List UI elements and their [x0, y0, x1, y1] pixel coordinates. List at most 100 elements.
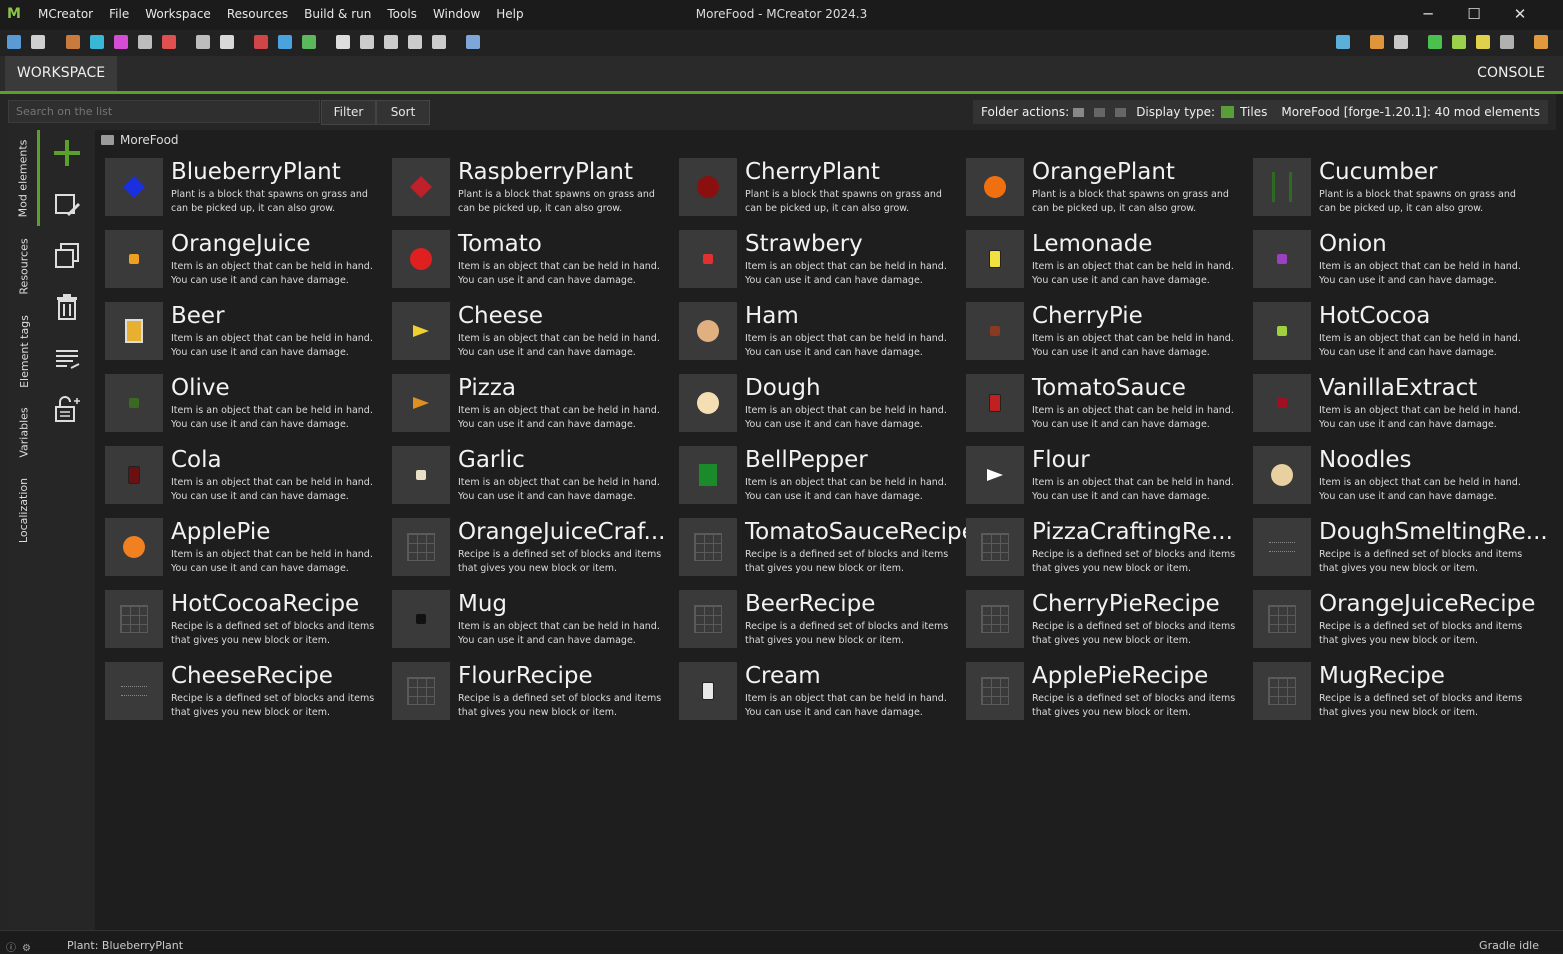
- mod-element-tile[interactable]: MugRecipe Recipe is a defined set of bloc…: [1253, 662, 1540, 722]
- toolbar-run-icon[interactable]: [1428, 35, 1442, 49]
- toolbar-run-icon[interactable]: [1476, 35, 1490, 49]
- duplicate-element-icon[interactable]: [52, 241, 82, 271]
- mod-element-tile[interactable]: Flour Item is an object that can be held …: [966, 446, 1253, 506]
- mod-element-tile[interactable]: Tomato Item is an object that can be held…: [392, 230, 679, 290]
- toolbar-tool-icon[interactable]: [360, 35, 374, 49]
- mod-element-tile[interactable]: TomatoSauce Item is an object that can be…: [966, 374, 1253, 434]
- lock-code-icon[interactable]: [52, 394, 82, 424]
- mod-element-tile[interactable]: OrangeJuice Item is an object that can be…: [105, 230, 392, 290]
- toolbar-tool-icon[interactable]: [162, 35, 176, 49]
- mod-element-name: MugRecipe: [1319, 663, 1445, 689]
- mod-element-tile[interactable]: BeerRecipe Recipe is a defined set of blo…: [679, 590, 966, 650]
- workspace-summary: MoreFood [forge-1.20.1]: 40 mod elements: [1281, 105, 1540, 119]
- mod-element-tile[interactable]: Noodles Item is an object that can be hel…: [1253, 446, 1540, 506]
- toolbar-tool-icon[interactable]: [31, 35, 45, 49]
- mod-element-tile[interactable]: OrangeJuiceCraf... Recipe is a defined se…: [392, 518, 679, 578]
- vtab-element-tags[interactable]: Element tags: [8, 308, 40, 394]
- mod-element-name: HotCocoa: [1319, 303, 1431, 329]
- mod-element-tile[interactable]: BlueberryPlant Plant is a block that spaw…: [105, 158, 392, 218]
- vtab-localization[interactable]: Localization: [8, 470, 40, 550]
- mod-element-tile[interactable]: Pizza Item is an object that can be held …: [392, 374, 679, 434]
- mod-element-tile[interactable]: Cream Item is an object that can be held …: [679, 662, 966, 722]
- mod-element-tile[interactable]: CherryPie Item is an object that can be h…: [966, 302, 1253, 362]
- mod-element-tile[interactable]: VanillaExtract Item is an object that can…: [1253, 374, 1540, 434]
- toolbar-tool-icon[interactable]: [138, 35, 152, 49]
- rename-folder-icon[interactable]: [1094, 107, 1106, 117]
- toolbar-tool-icon[interactable]: [114, 35, 128, 49]
- mod-element-tile[interactable]: HotCocoa Item is an object that can be he…: [1253, 302, 1540, 362]
- maximize-button[interactable]: ☐: [1451, 5, 1497, 23]
- mod-element-tile[interactable]: FlourRecipe Recipe is a defined set of bl…: [392, 662, 679, 722]
- mod-element-tile[interactable]: DoughSmeltingRe... Recipe is a defined se…: [1253, 518, 1548, 578]
- mod-element-tile[interactable]: Onion Item is an object that can be held …: [1253, 230, 1540, 290]
- mod-element-tile[interactable]: Cucumber Plant is a block that spawns on …: [1253, 158, 1540, 218]
- mod-element-tile[interactable]: HotCocoaRecipe Recipe is a defined set of…: [105, 590, 392, 650]
- filter-button[interactable]: Filter: [321, 100, 376, 125]
- mod-element-name: Ham: [745, 303, 799, 329]
- sort-button[interactable]: Sort: [376, 100, 430, 125]
- toolbar-run-icon[interactable]: [1452, 35, 1466, 49]
- toolbar-tool-icon[interactable]: [384, 35, 398, 49]
- display-type-tiles[interactable]: Tiles: [1240, 105, 1267, 119]
- mod-element-tile[interactable]: Dough Item is an object that can be held …: [679, 374, 966, 434]
- code-icon[interactable]: [52, 344, 82, 374]
- toolbar-tool-icon[interactable]: [432, 35, 446, 49]
- toolbar-tool-icon[interactable]: [254, 35, 268, 49]
- search-input[interactable]: [8, 100, 320, 123]
- mod-element-tile[interactable]: Mug Item is an object that can be held in…: [392, 590, 679, 650]
- toolbar-tool-icon[interactable]: [220, 35, 234, 49]
- mod-element-tile[interactable]: Ham Item is an object that can be held in…: [679, 302, 966, 362]
- mod-element-tile[interactable]: Cheese Item is an object that can be held…: [392, 302, 679, 362]
- mod-element-tile[interactable]: OrangePlant Plant is a block that spawns …: [966, 158, 1253, 218]
- mod-element-tile[interactable]: CherryPieRecipe Recipe is a defined set o…: [966, 590, 1253, 650]
- delete-element-icon[interactable]: [52, 292, 82, 322]
- mod-element-name: Onion: [1319, 231, 1387, 257]
- edit-element-icon[interactable]: [52, 190, 82, 220]
- tab-workspace[interactable]: WORKSPACE: [5, 56, 117, 91]
- mod-element-thumbnail: [679, 374, 737, 432]
- mod-element-tile[interactable]: Lemonade Item is an object that can be he…: [966, 230, 1253, 290]
- toolbar-tool-icon[interactable]: [278, 35, 292, 49]
- mod-element-name: OrangeJuice: [171, 231, 311, 257]
- mod-element-tile[interactable]: CherryPlant Plant is a block that spawns …: [679, 158, 966, 218]
- mod-element-description: Plant is a block that spawns on grass an…: [458, 189, 655, 214]
- mod-element-name: Lemonade: [1032, 231, 1153, 257]
- new-folder-icon[interactable]: [1073, 107, 1085, 117]
- toolbar-tool-icon[interactable]: [196, 35, 210, 49]
- toolbar-tool-icon[interactable]: [466, 35, 480, 49]
- toolbar-tool-icon[interactable]: [302, 35, 316, 49]
- mod-element-tile[interactable]: OrangeJuiceRecipe Recipe is a defined set…: [1253, 590, 1540, 650]
- toolbar-run-icon[interactable]: [1500, 35, 1514, 49]
- mod-element-tile[interactable]: CheeseRecipe Recipe is a defined set of b…: [105, 662, 392, 722]
- toolbar-tool-icon[interactable]: [7, 35, 21, 49]
- mod-element-tile[interactable]: Cola Item is an object that can be held i…: [105, 446, 392, 506]
- mod-element-tile[interactable]: Garlic Item is an object that can be held…: [392, 446, 679, 506]
- add-element-icon[interactable]: [52, 138, 82, 168]
- breadcrumb[interactable]: MoreFood: [101, 133, 179, 147]
- toolbar-run-icon[interactable]: [1336, 35, 1350, 49]
- mod-element-tile[interactable]: Beer Item is an object that can be held i…: [105, 302, 392, 362]
- toolbar-tool-icon[interactable]: [336, 35, 350, 49]
- mod-element-tile[interactable]: Olive Item is an object that can be held …: [105, 374, 392, 434]
- toolbar-run-icon[interactable]: [1394, 35, 1408, 49]
- vtab-label: Mod elements: [16, 139, 30, 217]
- close-button[interactable]: ✕: [1497, 5, 1543, 23]
- toolbar-tool-icon[interactable]: [66, 35, 80, 49]
- toolbar-run-icon[interactable]: [1370, 35, 1384, 49]
- minimize-button[interactable]: ─: [1405, 5, 1451, 23]
- mod-element-tile[interactable]: ApplePie Item is an object that can be he…: [105, 518, 392, 578]
- mod-element-tile[interactable]: Strawbery Item is an object that can be h…: [679, 230, 966, 290]
- vtab-variables[interactable]: Variables: [8, 400, 40, 464]
- mod-element-tile[interactable]: ApplePieRecipe Recipe is a defined set of…: [966, 662, 1253, 722]
- mod-element-tile[interactable]: BellPepper Item is an object that can be …: [679, 446, 966, 506]
- toolbar-tool-icon[interactable]: [408, 35, 422, 49]
- vtab-mod-elements[interactable]: Mod elements: [8, 130, 40, 226]
- mod-element-tile[interactable]: RaspberryPlant Plant is a block that spaw…: [392, 158, 679, 218]
- toolbar-tool-icon[interactable]: [90, 35, 104, 49]
- mod-element-tile[interactable]: PizzaCraftingRe... Recipe is a defined se…: [966, 518, 1253, 578]
- vtab-resources[interactable]: Resources: [8, 230, 40, 302]
- delete-folder-icon[interactable]: [1115, 107, 1127, 117]
- toolbar-run-icon[interactable]: [1534, 35, 1548, 49]
- tab-console[interactable]: CONSOLE: [1477, 56, 1545, 91]
- mod-element-tile[interactable]: TomatoSauceRecipe Recipe is a defined set…: [679, 518, 976, 578]
